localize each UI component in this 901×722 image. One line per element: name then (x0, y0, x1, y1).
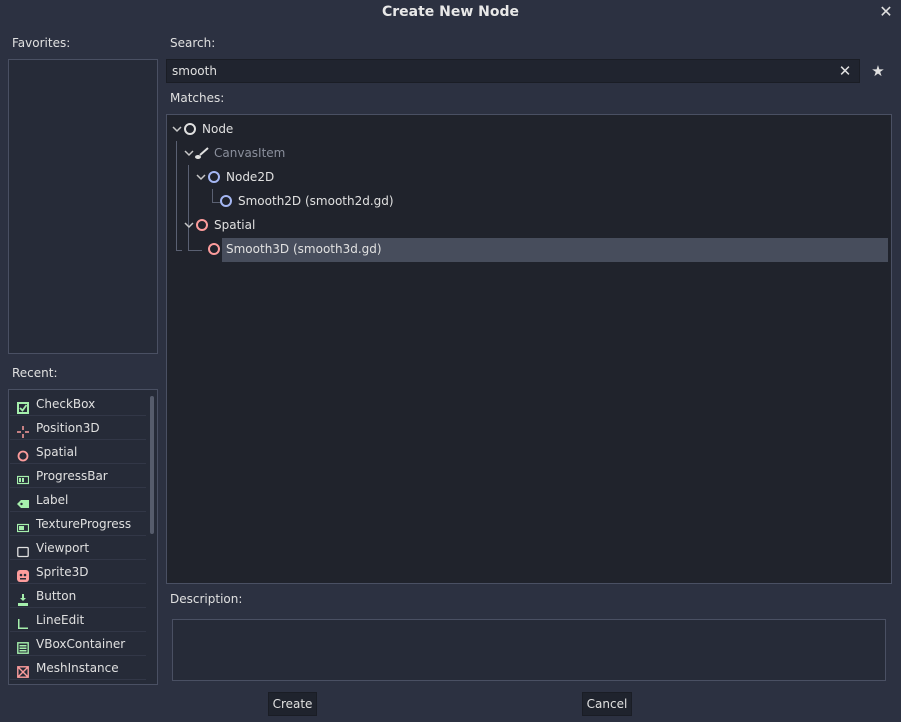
meshinstance-icon (17, 662, 29, 678)
description-label: Description: (170, 592, 243, 606)
recent-item-checkbox[interactable]: CheckBox (10, 392, 146, 416)
recent-item-spatial[interactable]: Spatial (10, 440, 146, 464)
tree-line (188, 165, 189, 251)
circle-icon (196, 219, 208, 231)
recent-item-label: Position3D (36, 421, 100, 435)
recent-item-label: MeshInstance (36, 661, 119, 675)
tree-item-label: CanvasItem (214, 146, 286, 160)
chevron-down-icon[interactable] (184, 141, 194, 165)
tree-item-label: Smooth2D (smooth2d.gd) (238, 194, 394, 208)
recent-item-progressbar[interactable]: ProgressBar (10, 464, 146, 488)
brush-icon (195, 147, 209, 159)
tree-line (176, 250, 182, 251)
chevron-down-icon[interactable] (184, 213, 194, 237)
close-icon[interactable]: ✕ (876, 2, 896, 22)
circle-icon (17, 446, 29, 462)
tree-item-canvasitem[interactable]: CanvasItem (182, 141, 872, 165)
star-icon[interactable]: ★ (868, 61, 888, 81)
recent-item-label: TextureProgress (36, 517, 132, 531)
viewport-icon (17, 542, 29, 558)
recent-item-label: ProgressBar (36, 469, 108, 483)
position3d-icon (17, 422, 29, 438)
matches-label: Matches: (170, 91, 225, 105)
chevron-down-icon[interactable] (172, 117, 182, 141)
circle-icon (208, 171, 220, 183)
progressbar-icon (16, 470, 30, 485)
textureprogress-icon (16, 518, 30, 533)
tree-item-smooth2d[interactable]: Smooth2D (smooth2d.gd) (206, 189, 876, 213)
checkbox-icon (17, 398, 29, 414)
label-icon (17, 494, 29, 508)
tree-line (176, 141, 177, 251)
clear-icon[interactable]: ✕ (837, 62, 853, 80)
recent-item-label: Label (36, 493, 69, 507)
tree-item-smooth3d[interactable]: Smooth3D (smooth3d.gd) (194, 237, 874, 261)
recent-item-label: Spatial (36, 445, 78, 459)
button-icon (17, 590, 29, 606)
tree-item-spatial[interactable]: Spatial (182, 213, 872, 237)
recent-item-label[interactable]: Label (10, 488, 146, 512)
recent-item-label: Button (36, 589, 77, 603)
circle-icon (208, 243, 220, 255)
tree-item-label: Node (202, 122, 234, 136)
lineedit-icon (17, 614, 29, 629)
recent-item-label: Viewport (36, 541, 90, 555)
vboxcontainer-icon (17, 638, 29, 654)
search-field[interactable]: ✕ (166, 59, 860, 83)
recent-item-label: Sprite3D (36, 565, 89, 579)
recent-item-viewport[interactable]: Viewport (10, 536, 146, 560)
tree-item-label: Smooth3D (smooth3d.gd) (226, 242, 382, 256)
recent-item-label: CheckBox (36, 397, 96, 411)
tree-item-node2d[interactable]: Node2D (194, 165, 874, 189)
recent-item-sprite3d[interactable]: Sprite3D (10, 560, 146, 584)
recent-item-textureprogress[interactable]: TextureProgress (10, 512, 146, 536)
recent-item-lineedit[interactable]: LineEdit (10, 608, 146, 632)
recent-item-vboxcontainer[interactable]: VBoxContainer (10, 632, 146, 656)
chevron-down-icon[interactable] (196, 165, 206, 189)
description-box (172, 619, 886, 681)
circle-icon (220, 195, 232, 207)
recent-item-position3d[interactable]: Position3D (10, 416, 146, 440)
search-label: Search: (170, 36, 216, 50)
search-input[interactable] (172, 63, 822, 79)
recent-item-label: VBoxContainer (36, 637, 126, 651)
cancel-button[interactable]: Cancel (582, 692, 632, 716)
recent-item-label: LineEdit (36, 613, 85, 627)
circle-icon (184, 123, 196, 135)
recent-label: Recent: (12, 366, 58, 380)
create-button[interactable]: Create (268, 692, 317, 716)
tree-item-node[interactable]: Node (170, 117, 870, 141)
tree-item-label: Node2D (226, 170, 275, 184)
sprite3d-icon (17, 566, 29, 582)
favorites-label: Favorites: (12, 36, 71, 50)
tree-item-label: Spatial (214, 218, 256, 232)
favorites-list[interactable] (8, 59, 158, 354)
recent-item-button[interactable]: Button (10, 584, 146, 608)
dialog-title: Create New Node (381, 4, 520, 20)
recent-scrollbar[interactable] (150, 396, 154, 534)
recent-item-meshinstance[interactable]: MeshInstance (10, 656, 146, 680)
